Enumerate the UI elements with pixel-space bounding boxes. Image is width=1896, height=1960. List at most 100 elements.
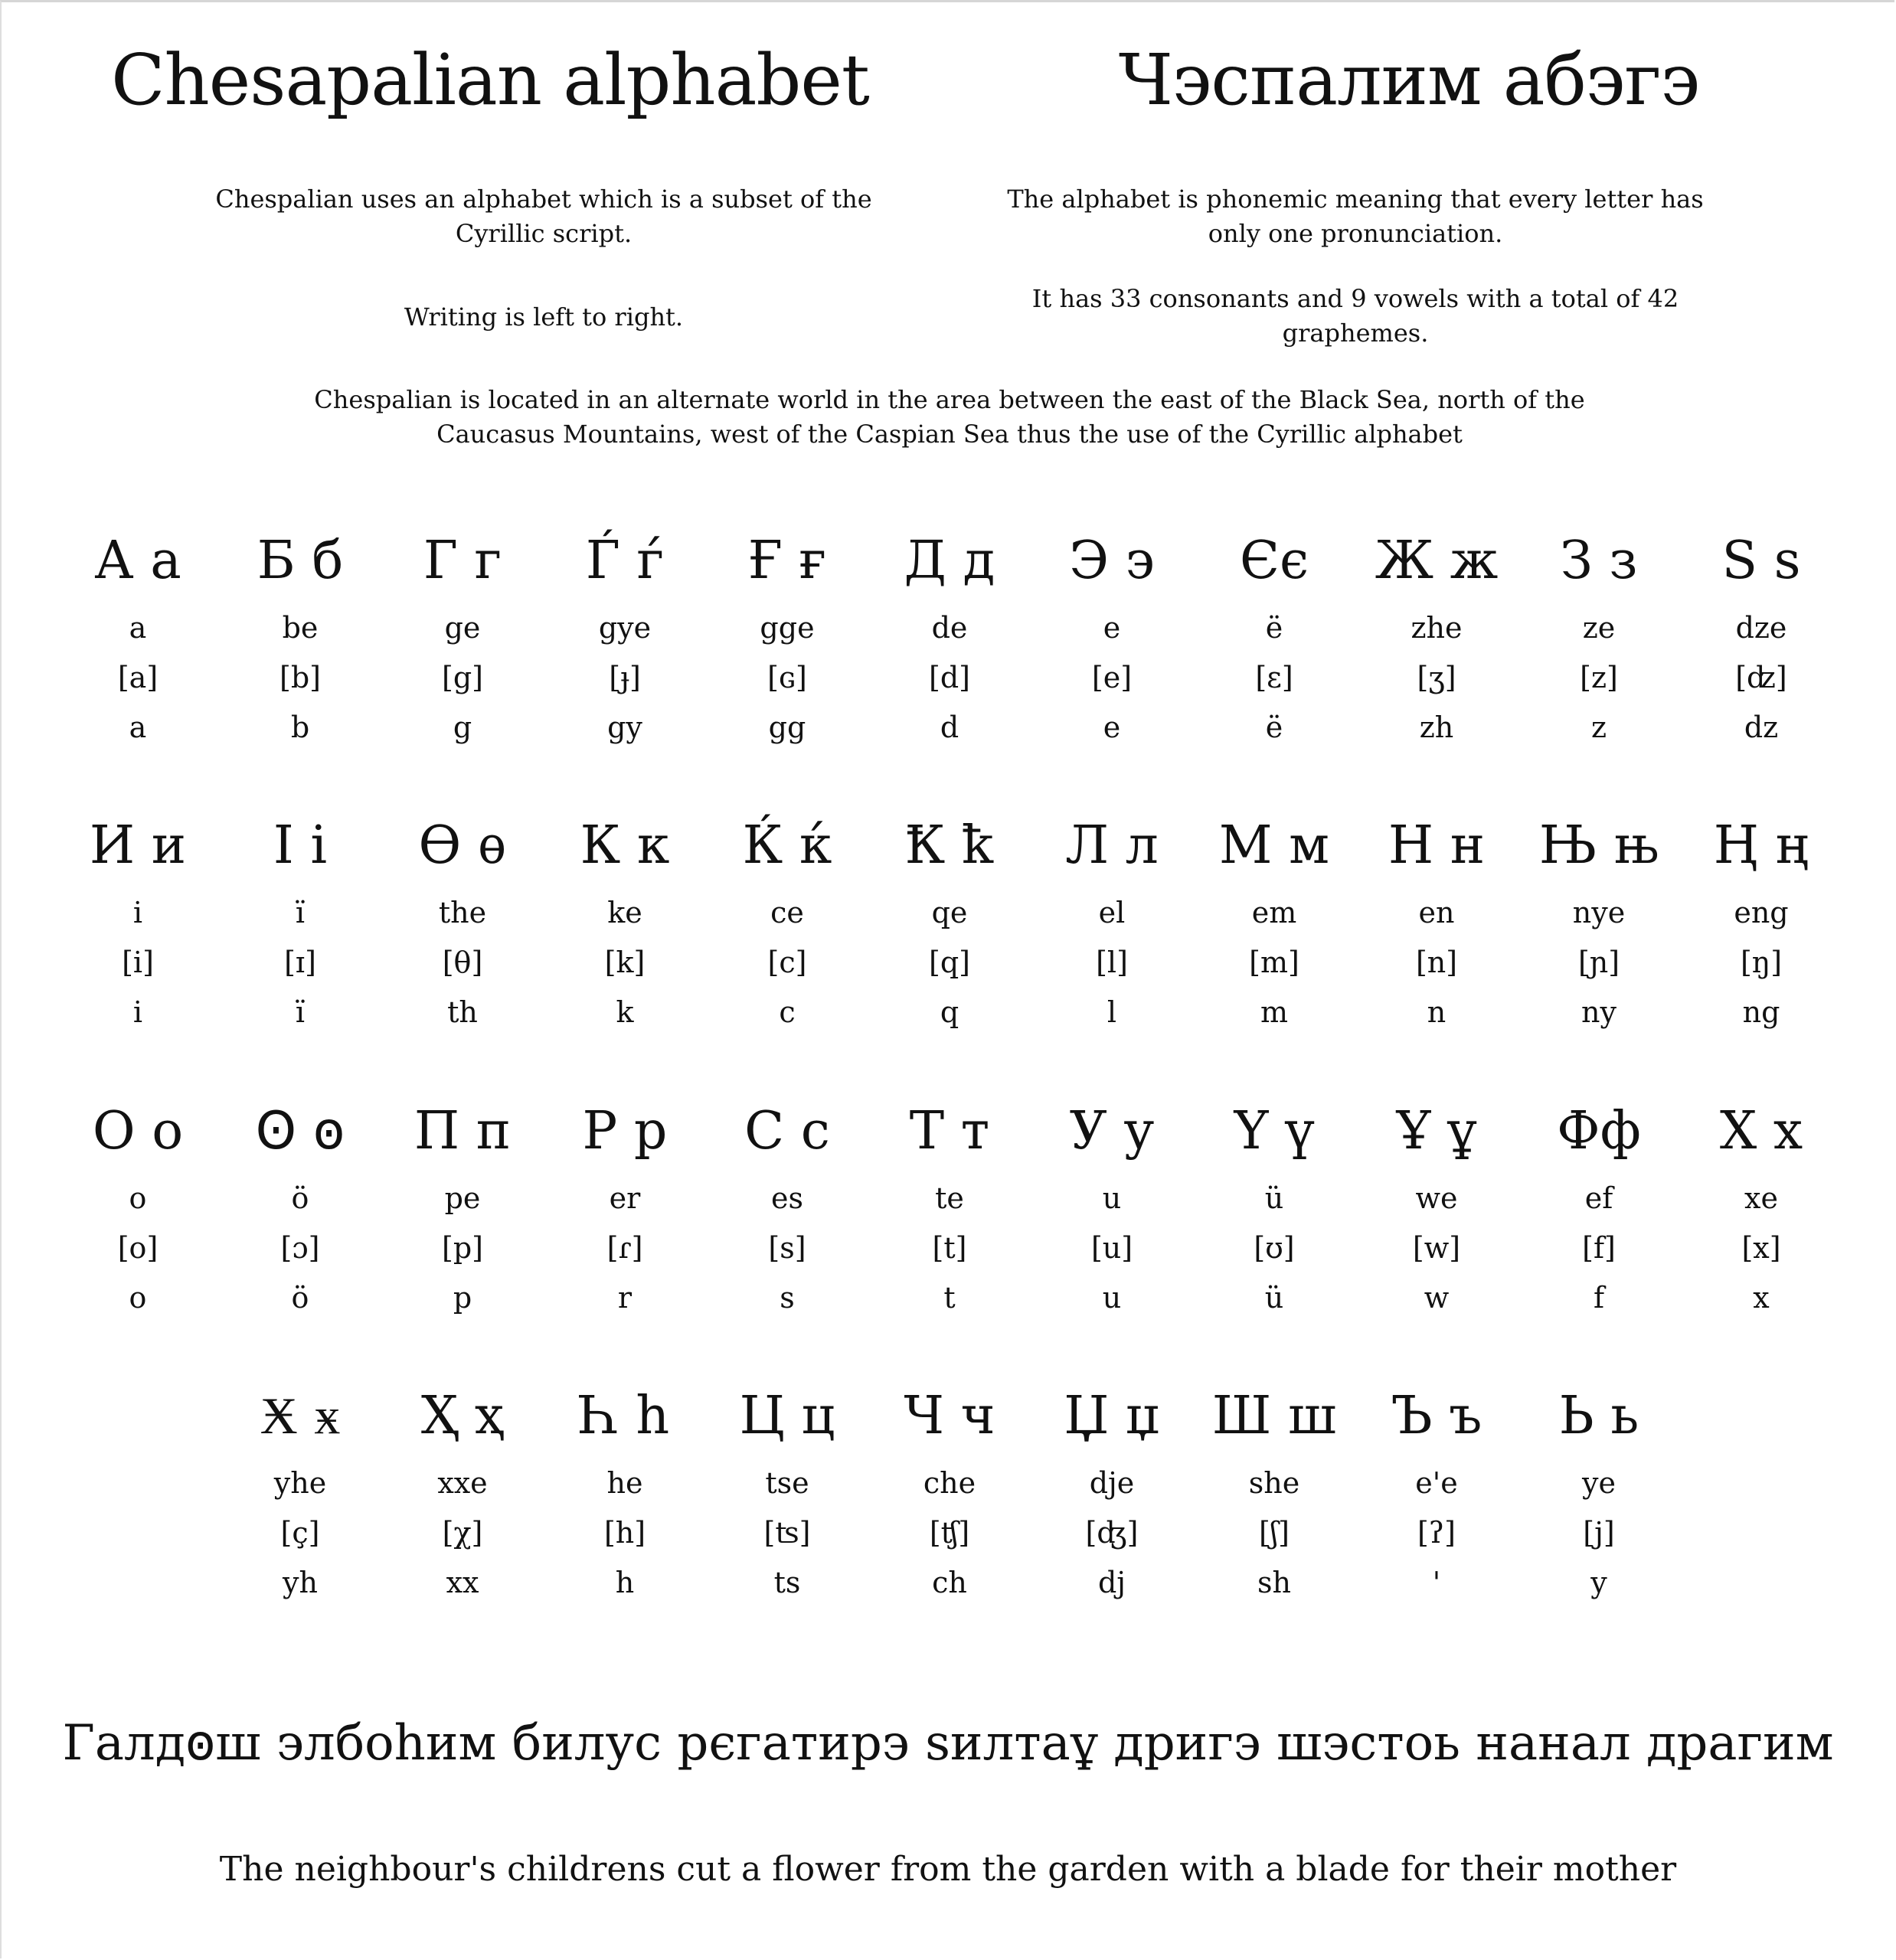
title-latin: Chesapalian alphabet	[111, 39, 870, 121]
letter-ipa: [i]	[122, 946, 154, 979]
letter-glyph: Б б	[257, 531, 344, 591]
letter-glyph: А а	[94, 531, 181, 591]
letter-glyph: Ж ж	[1375, 531, 1499, 591]
letter-glyph: Ь ь	[1558, 1386, 1639, 1446]
letter-ipa: [t]	[932, 1231, 967, 1265]
letter-name: pe	[444, 1181, 481, 1215]
letter-glyph: Х х	[1719, 1101, 1803, 1161]
letter-ipa: [θ]	[442, 946, 483, 979]
letter-ipa: [ʔ]	[1417, 1516, 1456, 1550]
letter-latin: d	[940, 710, 959, 744]
letter-latin: th	[447, 995, 478, 1029]
letter-ipa: [ʤ]	[1085, 1516, 1139, 1550]
letter-name: be	[282, 611, 319, 645]
letter-name: o	[129, 1181, 147, 1215]
paragraph-location: Chespalian is located in an alternate wo…	[314, 385, 1585, 449]
paragraph-subset: Chespalian uses an alphabet which is a s…	[215, 185, 872, 248]
letter-name: er	[609, 1181, 641, 1215]
letter-latin: gg	[768, 710, 806, 744]
letter-latin: ï	[295, 995, 306, 1029]
letter-latin: zh	[1419, 710, 1454, 744]
letter-name: dze	[1735, 611, 1787, 645]
letter-glyph: Єє	[1239, 531, 1309, 591]
letter-name: ö	[291, 1181, 309, 1215]
letter-name: the	[438, 896, 487, 929]
letter-ipa: [ʒ]	[1417, 661, 1456, 694]
letter-glyph: У у	[1069, 1101, 1155, 1161]
letter-latin: '	[1432, 1566, 1441, 1599]
letter-glyph: Ц ц	[739, 1386, 835, 1446]
letter-name: ze	[1582, 611, 1616, 645]
letter-glyph: Ꙩ ꙩ	[255, 1101, 345, 1161]
paragraph-phonemic: The alphabet is phonemic meaning that ev…	[1007, 185, 1704, 248]
letter-latin: q	[940, 995, 959, 1029]
letter-name: tse	[765, 1466, 809, 1500]
letter-name: ef	[1584, 1181, 1613, 1215]
letter-latin: m	[1260, 995, 1289, 1029]
letter-ipa: [q]	[929, 946, 970, 979]
letter-ipa: [b]	[279, 661, 321, 694]
letter-ipa: [x]	[1741, 1231, 1781, 1265]
alphabet-row: О о o [o] o Ꙩ ꙩ ö [ɔ] ö П п pe [p] p Р р er [ɾ] r С с es […	[0, 1101, 1896, 1354]
letter-ipa: [h]	[603, 1516, 646, 1550]
letter-name: em	[1251, 896, 1297, 929]
letter-glyph: Ү ү	[1234, 1101, 1315, 1161]
letter-latin: ë	[1265, 710, 1283, 744]
letter-name: che	[923, 1466, 976, 1500]
letter-ipa: [j]	[1583, 1516, 1615, 1550]
letter-latin: x	[1753, 1281, 1770, 1315]
letter-glyph: Ҟ ҟ	[904, 815, 995, 876]
letter-latin: dz	[1744, 710, 1779, 744]
letter-latin: w	[1424, 1281, 1450, 1315]
letter-name: el	[1098, 896, 1126, 929]
letter-ipa: [a]	[117, 661, 159, 694]
letter-latin: l	[1107, 995, 1117, 1029]
letter-name: dje	[1089, 1466, 1135, 1500]
letter-latin: ch	[932, 1566, 967, 1599]
letter-glyph: З з	[1560, 531, 1638, 591]
letter-name: gge	[760, 611, 815, 645]
letter-name: ü	[1264, 1181, 1284, 1215]
letter-ipa: [p]	[442, 1231, 483, 1265]
alphabet-row: Ӿ ӿ yhe [ç] yh Ҳ ҳ xxe [χ] xx Һ һ he [h] h Ц ц tse [ʦ]…	[0, 1386, 1896, 1638]
letter-ipa: [ʦ]	[763, 1516, 811, 1550]
letter-glyph: Ѳ ѳ	[418, 815, 507, 876]
letter-name: es	[771, 1181, 803, 1215]
letter-ipa: [ɲ]	[1577, 946, 1620, 979]
letter-latin: b	[290, 710, 310, 744]
letter-latin: t	[943, 1281, 956, 1315]
letter-name: en	[1418, 896, 1455, 929]
letter-ipa: [ɔ]	[280, 1231, 320, 1265]
letter-latin: ng	[1742, 995, 1780, 1029]
letter-ipa: [k]	[604, 946, 646, 979]
letter-glyph: П п	[414, 1101, 512, 1161]
letter-latin: p	[453, 1281, 472, 1315]
letter-ipa: [m]	[1249, 946, 1299, 979]
letter-latin: n	[1427, 995, 1447, 1029]
letter-ipa: [ʧ]	[929, 1516, 970, 1550]
alphabet-row: А а a [a] a Б б be [b] b Г г ge [g] g Ѓ ѓ gye [ɟ] gy Ғ ғ…	[0, 531, 1896, 783]
letter-glyph: Ъ ъ	[1391, 1386, 1482, 1446]
letter-latin: h	[615, 1566, 635, 1599]
letter-glyph: Ќ ќ	[742, 815, 832, 876]
letter-latin: yh	[283, 1566, 318, 1599]
letter-glyph: Ѓ ѓ	[585, 531, 665, 591]
letter-ipa: [u]	[1090, 1231, 1133, 1265]
letter-ipa: [d]	[929, 661, 970, 694]
paragraph-counts: It has 33 consonants and 9 vowels with a…	[1031, 284, 1679, 348]
letter-name: e'e	[1415, 1466, 1458, 1500]
sample-sentence-cyrillic: Галдꙩш элбоһим билус рєгатирэ ѕилтаұ дри…	[62, 1715, 1834, 1772]
letter-latin: ts	[773, 1566, 801, 1599]
letter-glyph: Р р	[582, 1101, 668, 1161]
letter-name: ye	[1582, 1466, 1616, 1500]
letter-name: zhe	[1411, 611, 1463, 645]
sample-sentence-english: The neighbour's childrens cut a flower f…	[219, 1850, 1677, 1889]
letter-glyph: Ұ ұ	[1396, 1101, 1477, 1161]
letter-name: nye	[1572, 896, 1626, 929]
letter-name: ce	[770, 896, 804, 929]
letter-latin: o	[129, 1281, 147, 1315]
letter-latin: c	[779, 995, 796, 1029]
alphabet-row: И и i [i] i І і ï [ɪ] ï Ѳ ѳ the [θ] th К к ke [k] k Ќ ќ c…	[0, 815, 1896, 1068]
letter-name: de	[931, 611, 968, 645]
letter-glyph: С с	[744, 1101, 830, 1161]
